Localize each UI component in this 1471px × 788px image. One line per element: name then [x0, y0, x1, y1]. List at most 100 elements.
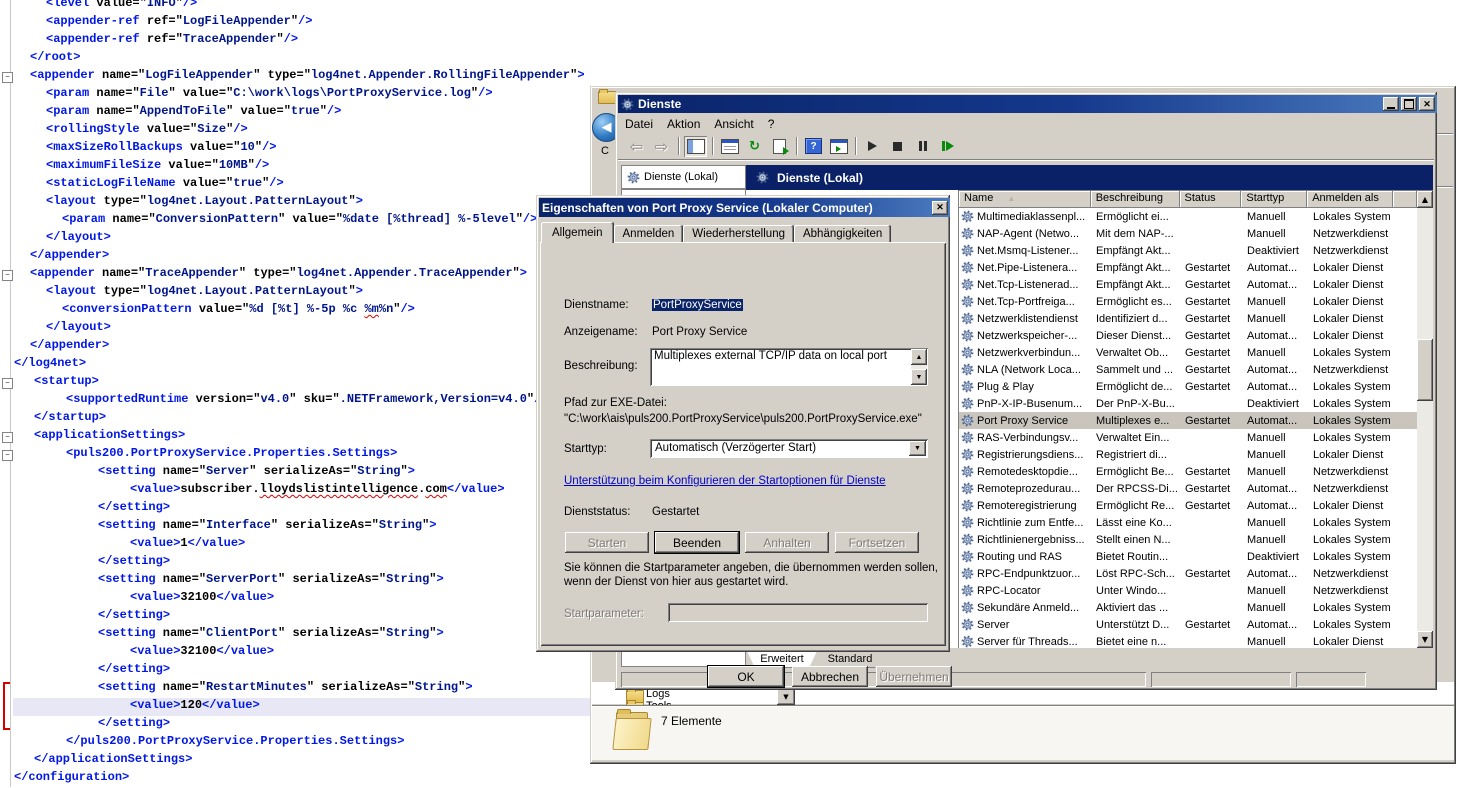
extended-view-icon[interactable] [827, 136, 850, 157]
fold-toggle-icon[interactable]: − [2, 72, 13, 83]
service-row[interactable]: Port Proxy ServiceMultiplexes e...Gestar… [959, 412, 1417, 429]
beschreibung-scrollbar[interactable]: ▲ ▼ [911, 349, 927, 385]
chevron-down-icon[interactable]: ▼ [909, 441, 926, 456]
service-description: Der PnP-X-Bu... [1091, 398, 1180, 410]
service-row[interactable]: PnP-X-IP-Busenum...Der PnP-X-Bu...Deakti… [959, 395, 1417, 412]
service-row[interactable]: Net.Tcp-Listenerad...Empfängt Akt...Gest… [959, 276, 1417, 293]
service-row[interactable]: Net.Pipe-Listenera...Empfängt Akt...Gest… [959, 259, 1417, 276]
starttyp-select[interactable]: Automatisch (Verzögerter Start) ▼ [650, 439, 928, 458]
scrollbar-thumb[interactable] [1417, 339, 1433, 401]
dienststatus-value: Gestartet [652, 506, 699, 518]
menu-item-aktion[interactable]: Aktion [660, 115, 707, 133]
service-row[interactable]: Netzwerkverbindun...Verwaltet Ob...Gesta… [959, 344, 1417, 361]
anzeigename-value: Port Proxy Service [652, 326, 747, 338]
tab-allgemein[interactable]: Allgemein [541, 222, 614, 243]
service-row[interactable]: Server für Threads...Bietet eine n...Man… [959, 633, 1417, 648]
fold-toggle-icon[interactable]: − [2, 450, 13, 461]
service-row[interactable]: Remotedesktopdie...Ermöglicht Be...Gesta… [959, 463, 1417, 480]
service-row[interactable]: NAP-Agent (Netwo...Mit dem NAP-...Manuel… [959, 225, 1417, 242]
services-titlebar[interactable]: Dienste ✕ [618, 95, 1437, 113]
menu-item-ansicht[interactable]: Ansicht [707, 115, 760, 133]
tab-abhangigkeiten[interactable]: Abhängigkeiten [794, 225, 891, 243]
beschreibung-field[interactable]: Multiplexes external TCP/IP data on loca… [650, 348, 928, 386]
service-name: Net.Msmq-Listener... [959, 244, 1091, 257]
service-row[interactable]: NLA (Network Loca...Sammelt und ...Gesta… [959, 361, 1417, 378]
service-starttype: Deaktiviert [1242, 398, 1308, 410]
service-status: Gestartet [1180, 500, 1242, 512]
service-row[interactable]: NetzwerklistendienstIdentifiziert d...Ge… [959, 310, 1417, 327]
dialog-title: Eigenschaften von Port Proxy Service (Lo… [542, 201, 873, 215]
minimize-button[interactable] [1383, 97, 1399, 111]
close-icon[interactable]: ✕ [1419, 97, 1435, 111]
beenden-button[interactable]: Beenden [655, 532, 739, 553]
close-icon[interactable]: ✕ [932, 201, 948, 215]
service-row[interactable]: RAS-Verbindungsv...Verwaltet Ein...Manue… [959, 429, 1417, 446]
tab-wiederherstellung[interactable]: Wiederherstellung [683, 225, 794, 243]
column-header-status[interactable]: Status [1180, 191, 1242, 208]
help-icon[interactable]: ? [802, 136, 825, 157]
column-header-name[interactable]: Name▲ [959, 191, 1091, 208]
service-row[interactable]: Net.Msmq-Listener...Empfängt Akt...Deakt… [959, 242, 1417, 259]
menu-item-[interactable]: ? [761, 115, 782, 133]
scroll-up-icon[interactable]: ▲ [911, 349, 927, 365]
scroll-up-icon[interactable]: ▲ [1417, 191, 1433, 208]
service-starttype: Automat... [1242, 415, 1308, 427]
start-service-icon[interactable] [861, 136, 884, 157]
vertical-scrollbar[interactable]: ▲ ▼ [1417, 191, 1433, 648]
service-row[interactable]: Routing und RASBietet Routin...Deaktivie… [959, 548, 1417, 565]
column-header-starttyp[interactable]: Starttyp [1241, 191, 1307, 208]
refresh-icon[interactable]: ↻ [743, 136, 766, 157]
service-row[interactable]: Plug & PlayErmöglicht de...GestartetAuto… [959, 378, 1417, 395]
service-row[interactable]: ServerUnterstützt D...GestartetAutomat..… [959, 616, 1417, 633]
dienstname-value[interactable]: PortProxyService [652, 299, 743, 311]
forward-icon[interactable]: ⇨ [650, 136, 673, 157]
service-row[interactable]: RemoteregistrierungErmöglicht Re...Gesta… [959, 497, 1417, 514]
details-separator [592, 705, 1454, 706]
service-name: Netzwerkverbindun... [959, 346, 1091, 359]
fold-toggle-icon[interactable]: − [2, 432, 13, 443]
stop-service-icon[interactable] [886, 136, 909, 157]
fold-toggle-icon[interactable]: − [2, 270, 13, 281]
service-row[interactable]: Remoteprozedurau...Der RPCSS-Di...Gestar… [959, 480, 1417, 497]
console-tree-tab[interactable]: Dienste (Lokal) [621, 165, 746, 189]
service-row[interactable]: RPC-LocatorUnter Windo...ManuellNetzwerk… [959, 582, 1417, 599]
service-logonas: Lokaler Dienst [1308, 449, 1394, 461]
service-row[interactable]: Netzwerkspeicher-...Dieser Dienst...Gest… [959, 327, 1417, 344]
pause-service-icon[interactable] [911, 136, 934, 157]
code-line: </puls200.PortProxyService.Properties.Se… [66, 734, 404, 752]
maximize-button[interactable] [1401, 97, 1417, 111]
menu-item-datei[interactable]: Datei [618, 115, 660, 133]
service-starttype: Manuell [1242, 602, 1308, 614]
service-row[interactable]: Sekundäre Anmeld...Aktiviert das ...Manu… [959, 599, 1417, 616]
service-description: Bietet eine n... [1091, 636, 1180, 648]
column-header-beschreibung[interactable]: Beschreibung [1091, 191, 1180, 208]
fold-toggle-icon[interactable]: − [2, 378, 13, 389]
service-status: Gestartet [1180, 483, 1242, 495]
service-row[interactable]: Richtlinienergebniss...Stellt einen N...… [959, 531, 1417, 548]
properties-icon[interactable] [718, 136, 741, 157]
tab-anmelden[interactable]: Anmelden [614, 225, 684, 243]
back-icon[interactable]: ⇦ [625, 136, 648, 157]
ok-button[interactable]: OK [708, 666, 784, 687]
service-logonas: Lokales System [1308, 347, 1394, 359]
dialog-titlebar[interactable]: Eigenschaften von Port Proxy Service (Lo… [539, 198, 950, 217]
column-header-anmelden-als[interactable]: Anmelden als [1307, 191, 1393, 208]
scroll-down-icon[interactable]: ▼ [1417, 631, 1433, 648]
export-list-icon[interactable] [768, 136, 791, 157]
service-logonas: Netzwerkdienst [1308, 483, 1394, 495]
services-list[interactable]: Name▲BeschreibungStatusStarttypAnmelden … [958, 190, 1433, 648]
service-row[interactable]: Net.Tcp-Portfreiga...Ermöglicht es...Ges… [959, 293, 1417, 310]
service-row[interactable]: Richtlinie zum Entfe...Lässt eine Ko...M… [959, 514, 1417, 531]
console-tree-icon[interactable] [684, 136, 707, 157]
address-fragment: C [601, 145, 609, 157]
startoptions-help-link[interactable]: Unterstützung beim Konfigurieren der Sta… [564, 475, 886, 487]
abbrechen-button[interactable]: Abbrechen [792, 666, 868, 687]
service-row[interactable]: Registrierungsdiens...Registriert di...M… [959, 446, 1417, 463]
service-row[interactable]: RPC-Endpunktzuor...Löst RPC-Sch...Gestar… [959, 565, 1417, 582]
service-row[interactable]: Multimediaklassenpl...Ermöglicht ei...Ma… [959, 208, 1417, 225]
chevron-down-icon[interactable]: ▼ [777, 689, 795, 705]
service-gear-icon [961, 482, 974, 495]
scroll-down-icon[interactable]: ▼ [911, 369, 927, 385]
restart-service-icon[interactable] [936, 136, 959, 157]
properties-dialog[interactable]: Eigenschaften von Port Proxy Service (Lo… [536, 195, 950, 652]
